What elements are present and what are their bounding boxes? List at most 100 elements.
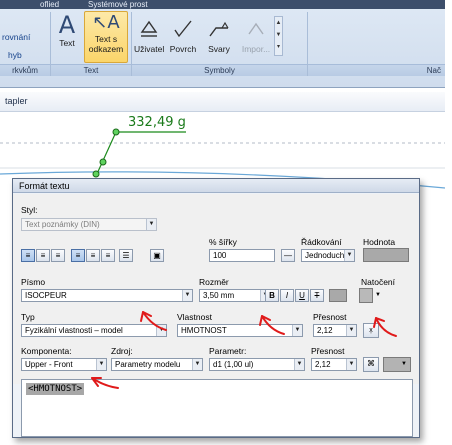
value-field[interactable]: [363, 248, 409, 262]
type-label: Typ: [21, 312, 35, 322]
component-select[interactable]: Upper - Front ▼: [21, 358, 107, 371]
text-button[interactable]: A Text: [54, 12, 80, 62]
type-select[interactable]: Fyzikální vlastnosti – model ▼: [21, 324, 167, 337]
chevron-down-icon: ▼: [292, 325, 302, 336]
align-center-button[interactable]: ≡: [36, 249, 50, 262]
welds-label: Svary: [208, 44, 230, 54]
leader-text-button[interactable]: ↖A Text s odkazem: [84, 11, 128, 63]
property-value: HMOTNOST: [181, 326, 227, 335]
chevron-down-icon: ▼: [346, 325, 356, 336]
welds-button[interactable]: Svary: [204, 18, 234, 54]
style-select[interactable]: Text poznámky (DIN) ▼: [21, 218, 157, 231]
width-pct-label: % šířky: [209, 237, 237, 247]
precision2-select[interactable]: 2,12 ▼: [311, 358, 357, 371]
chevron-down-icon: ▼: [182, 290, 192, 301]
user-symbol-icon: [140, 20, 158, 37]
text-icon: A: [58, 11, 76, 39]
size-label: Rozměr: [199, 277, 229, 287]
italic-button[interactable]: I: [280, 289, 294, 302]
parameter-value: d1 (1,00 ul): [213, 360, 254, 369]
precision2-label: Přesnost: [311, 346, 345, 356]
line-spacing-icon[interactable]: —: [281, 249, 295, 262]
component-value: Upper - Front: [25, 360, 73, 369]
ribbon-tab-2[interactable]: Systémové prost: [88, 0, 148, 9]
chevron-down-icon: ▼: [344, 250, 354, 261]
parameter-select[interactable]: d1 (1,00 ul) ▼: [209, 358, 305, 371]
line-spacing-value: Jednoduchý: [305, 251, 349, 260]
stack-button[interactable]: ▣: [150, 249, 164, 262]
user-symbol-button[interactable]: Uživatel: [134, 18, 164, 54]
style-label: Styl:: [21, 205, 38, 215]
color-swatch[interactable]: [329, 289, 347, 302]
text-editor[interactable]: <HMOTNOST>: [21, 379, 413, 437]
group-label-left: rkvkům: [0, 64, 50, 76]
precision-value: 2,12: [317, 326, 333, 335]
dialog-title: Formát textu: [13, 179, 419, 193]
precision-select[interactable]: 2,12 ▼: [313, 324, 357, 337]
symbol-insert-icon[interactable]: ⌘: [363, 357, 379, 372]
leader-mass-value[interactable]: 332,49 g: [128, 115, 186, 130]
font-value: ISOCPEUR: [25, 291, 67, 300]
ribbon: oflied Systémové prost rovnání hyb rkvků…: [0, 0, 445, 88]
rotation-button[interactable]: [359, 288, 373, 303]
ribbon-title-strip: oflied Systémové prost: [0, 0, 445, 9]
chevron-down-icon: ▼: [96, 359, 106, 370]
font-label: Písmo: [21, 277, 46, 287]
group-label-text: Text: [51, 64, 131, 76]
chevron-down-icon[interactable]: ▼: [375, 292, 381, 298]
leader-text-icon: ↖A: [92, 12, 120, 33]
width-pct-input[interactable]: 100: [209, 249, 275, 262]
component-label: Komponenta:: [21, 346, 72, 356]
user-symbol-label: Uživatel: [134, 44, 165, 54]
line-spacing-label: Řádkování: [301, 237, 342, 247]
property-tag[interactable]: <HMOTNOST>: [26, 383, 85, 395]
valign-middle-button[interactable]: ≡: [86, 249, 100, 262]
import-label: Impor...: [241, 44, 271, 54]
parameter-label: Parametr:: [209, 346, 247, 356]
align-left-button[interactable]: ≡: [21, 249, 35, 262]
font-select[interactable]: ISOCPEUR ▼: [21, 289, 193, 302]
chevron-down-icon: ▼: [294, 359, 304, 370]
leader-text-label-1: Text s: [94, 34, 118, 44]
source-select[interactable]: Parametry modelu ▼: [111, 358, 203, 371]
symbols-gallery-more[interactable]: ▲ ▼ ▾: [274, 16, 283, 56]
dialog-body: Styl: Text poznámky (DIN) ▼ ≡ ≡ ≡ ≡ ≡ ≡ ☰…: [13, 194, 419, 384]
strikethrough-button[interactable]: T: [310, 289, 324, 302]
property-label: Vlastnost: [177, 312, 212, 322]
precision-label: Přesnost: [313, 312, 347, 322]
left-label-1: rovnání: [2, 32, 31, 42]
chevron-down-icon: ▼: [156, 325, 166, 336]
chevron-down-icon: ▼: [146, 219, 156, 230]
insert-parameter-icon[interactable]: x͎: [363, 323, 379, 338]
text-button-label: Text: [59, 38, 75, 48]
align-right-button[interactable]: ≡: [51, 249, 65, 262]
rotation-label: Natočení: [361, 277, 396, 287]
surface-label: Povrch: [169, 44, 197, 54]
chevron-down-icon: ▼: [346, 359, 356, 370]
chevron-down-icon: ▼: [192, 359, 202, 370]
size-value: 3,50 mm: [203, 291, 235, 300]
valign-top-button[interactable]: ≡: [71, 249, 85, 262]
type-value: Fyzikální vlastnosti – model: [25, 326, 123, 335]
underline-button[interactable]: U: [295, 289, 309, 302]
size-select[interactable]: 3,50 mm▼: [199, 289, 271, 302]
line-spacing-select[interactable]: Jednoduchý ▼: [301, 249, 355, 262]
valign-bottom-button[interactable]: ≡: [101, 249, 115, 262]
group-label-next: Nač: [308, 64, 445, 76]
import-button[interactable]: Impor...: [238, 18, 274, 54]
group-label-symbols: Symboly: [132, 64, 307, 76]
value-label: Hodnota: [363, 237, 396, 247]
left-label-2: hyb: [8, 50, 22, 60]
chevron-down-icon: ▼: [401, 361, 407, 367]
weld-icon: [209, 21, 229, 37]
list-button[interactable]: ☰: [119, 249, 133, 262]
precision2-value: 2,12: [315, 360, 331, 369]
bold-button[interactable]: B: [265, 289, 279, 302]
text-format-dialog: Formát textu Styl: Text poznámky (DIN) ▼ …: [12, 178, 420, 438]
property-select[interactable]: HMOTNOST ▼: [177, 324, 303, 337]
style-value: Text poznámky (DIN): [25, 220, 100, 229]
import-icon: [248, 22, 264, 35]
source-value: Parametry modelu: [115, 360, 181, 369]
ribbon-tab-1[interactable]: oflied: [40, 0, 59, 9]
surface-button[interactable]: Povrch: [168, 18, 198, 54]
